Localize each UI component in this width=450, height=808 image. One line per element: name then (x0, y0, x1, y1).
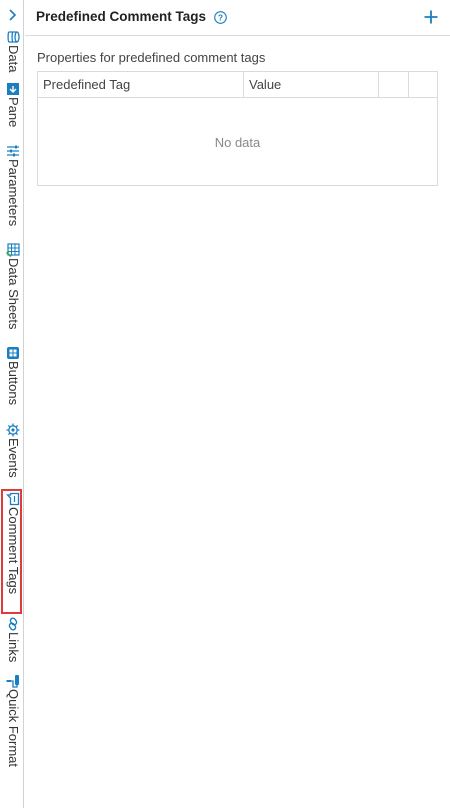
data-sheets-icon (6, 243, 20, 257)
parameters-icon (7, 145, 19, 157)
column-header-action-2 (409, 72, 437, 97)
collapse-panel-button[interactable] (0, 0, 23, 30)
add-tag-button[interactable] (422, 7, 440, 27)
empty-state-text: No data (214, 135, 261, 150)
panel-header: Predefined Comment Tags ? (25, 0, 450, 36)
tab-label: Pane (6, 97, 21, 128)
side-tab-bar: Data Pane Parameters Data Sheets Buttons… (0, 0, 24, 808)
tab-data-sheets[interactable]: Data Sheets (0, 243, 24, 345)
predefined-tags-table: Predefined Tag Value No data (37, 71, 438, 186)
link-icon (8, 617, 18, 631)
tab-links[interactable]: Links (0, 617, 24, 671)
plus-icon (424, 10, 438, 24)
tab-label: Links (6, 632, 21, 663)
tab-quick-format[interactable]: Quick Format (0, 674, 24, 784)
panel-subtitle: Properties for predefined comment tags (37, 50, 266, 65)
column-header-value[interactable]: Value (244, 72, 379, 97)
tab-comment-tags[interactable]: Comment Tags (0, 492, 24, 614)
tab-data[interactable]: Data (0, 30, 24, 82)
table-header-row: Predefined Tag Value (38, 72, 437, 98)
tab-buttons[interactable]: Buttons (0, 346, 24, 420)
column-header-predefined-tag[interactable]: Predefined Tag (38, 72, 244, 97)
tab-events[interactable]: Events (0, 423, 24, 487)
buttons-icon (7, 347, 19, 359)
tab-label: Data (6, 45, 21, 73)
tab-label: Parameters (6, 159, 21, 227)
chevron-right-icon (8, 9, 16, 21)
svg-text:?: ? (218, 13, 223, 23)
tab-label: Buttons (6, 361, 21, 406)
comment-tags-icon (6, 492, 20, 506)
tab-parameters[interactable]: Parameters (0, 144, 24, 242)
column-header-action-1 (379, 72, 409, 97)
tab-pane[interactable]: Pane (0, 82, 24, 142)
database-icon (7, 31, 20, 43)
panel-title: Predefined Comment Tags (36, 9, 207, 24)
pane-icon (7, 83, 19, 95)
help-icon[interactable]: ? (214, 11, 227, 24)
tab-label: Data Sheets (6, 258, 21, 330)
paint-roller-icon (6, 675, 19, 688)
events-gear-icon (6, 423, 20, 437)
tab-label: Events (6, 438, 21, 478)
tab-label: Comment Tags (6, 507, 21, 595)
tab-label: Quick Format (6, 689, 21, 768)
